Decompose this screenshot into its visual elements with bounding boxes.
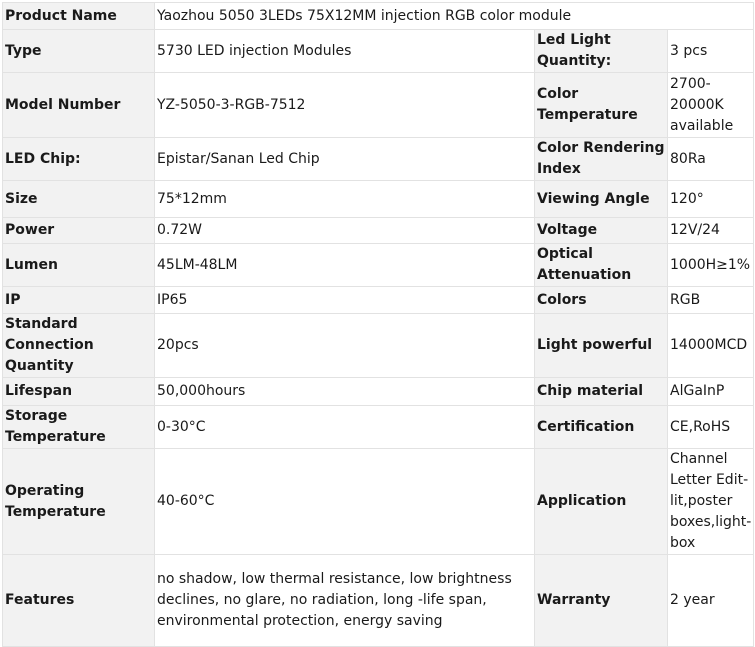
table-row: Model Number YZ-5050-3-RGB-7512 Color Te… <box>2 72 755 138</box>
cell-label: Light powerful <box>534 313 668 378</box>
table-row: IP IP65 Colors RGB <box>2 286 755 314</box>
cell-value: 3 pcs <box>666 29 755 73</box>
table-row: Size 75*12mm Viewing Angle 120° <box>2 180 755 218</box>
cell-value: 120° <box>666 180 755 218</box>
cell-label: Viewing Angle <box>534 180 668 218</box>
cell-label: Model Number <box>2 72 155 138</box>
cell-label: Power <box>2 217 155 244</box>
cell-value: CE,RoHS <box>666 405 755 449</box>
cell-label: Type <box>2 29 155 73</box>
cell-label: Voltage <box>534 217 668 244</box>
cell-value: no shadow, low thermal resistance, low b… <box>154 554 535 647</box>
cell-value: 20pcs <box>154 313 535 378</box>
table-row: Storage Temperature 0-30°C Certification… <box>2 405 755 449</box>
cell-value: 80Ra <box>666 137 755 181</box>
table-row: Operating Temperature 40-60°C Applicatio… <box>2 448 755 555</box>
cell-label: Chip material <box>534 377 668 406</box>
cell-value: 0.72W <box>154 217 535 244</box>
table-row: Lumen 45LM-48LM Optical Attenuation 1000… <box>2 243 755 287</box>
cell-value: Epistar/Sanan Led Chip <box>154 137 535 181</box>
cell-label: Warranty <box>534 554 668 647</box>
cell-value: Yaozhou 5050 3LEDs 75X12MM injection RGB… <box>153 2 755 30</box>
cell-value: 12V/24 <box>666 217 755 244</box>
cell-value: 2 year <box>666 554 755 647</box>
cell-value: 14000MCD <box>666 313 755 378</box>
cell-label: Features <box>2 554 155 647</box>
cell-label: Optical Attenuation <box>534 243 668 287</box>
cell-value: AlGaInP <box>666 377 755 406</box>
cell-value: Channel Letter Edit-lit,poster boxes,lig… <box>666 448 755 555</box>
cell-label: Lumen <box>2 243 155 287</box>
cell-value: 5730 LED injection Modules <box>154 29 535 73</box>
cell-value: 50,000hours <box>154 377 535 406</box>
table-row: Product Name Yaozhou 5050 3LEDs 75X12MM … <box>2 2 755 30</box>
table-row: Standard Connection Quantity 20pcs Light… <box>2 313 755 378</box>
cell-label: Application <box>534 448 668 555</box>
cell-value: 1000H≥1% <box>666 243 755 287</box>
cell-value: IP65 <box>154 286 535 314</box>
table-row: Lifespan 50,000hours Chip material AlGaI… <box>2 377 755 406</box>
cell-value: YZ-5050-3-RGB-7512 <box>154 72 535 138</box>
cell-label: Led Light Quantity: <box>534 29 668 73</box>
table-row: Features no shadow, low thermal resistan… <box>2 554 755 647</box>
cell-label: LED Chip: <box>2 137 155 181</box>
cell-label: Storage Temperature <box>2 405 155 449</box>
cell-label: Product Name <box>2 2 155 30</box>
cell-label: Color Rendering Index <box>534 137 668 181</box>
cell-value: 45LM-48LM <box>154 243 535 287</box>
cell-label: Certification <box>534 405 668 449</box>
cell-label: Size <box>2 180 155 218</box>
spec-table: Product Name Yaozhou 5050 3LEDs 75X12MM … <box>2 2 755 647</box>
cell-value: 2700-20000K available <box>666 72 755 138</box>
cell-label: Lifespan <box>2 377 155 406</box>
table-row: Type 5730 LED injection Modules Led Ligh… <box>2 29 755 73</box>
table-row: LED Chip: Epistar/Sanan Led Chip Color R… <box>2 137 755 181</box>
cell-label: Operating Temperature <box>2 448 155 555</box>
cell-label: IP <box>2 286 155 314</box>
cell-label: Color Temperature <box>534 72 668 138</box>
cell-value: 75*12mm <box>154 180 535 218</box>
cell-label: Colors <box>534 286 668 314</box>
cell-value: 40-60°C <box>154 448 535 555</box>
cell-value: RGB <box>666 286 755 314</box>
cell-value: 0-30°C <box>154 405 535 449</box>
cell-label: Standard Connection Quantity <box>2 313 155 378</box>
table-row: Power 0.72W Voltage 12V/24 <box>2 217 755 244</box>
